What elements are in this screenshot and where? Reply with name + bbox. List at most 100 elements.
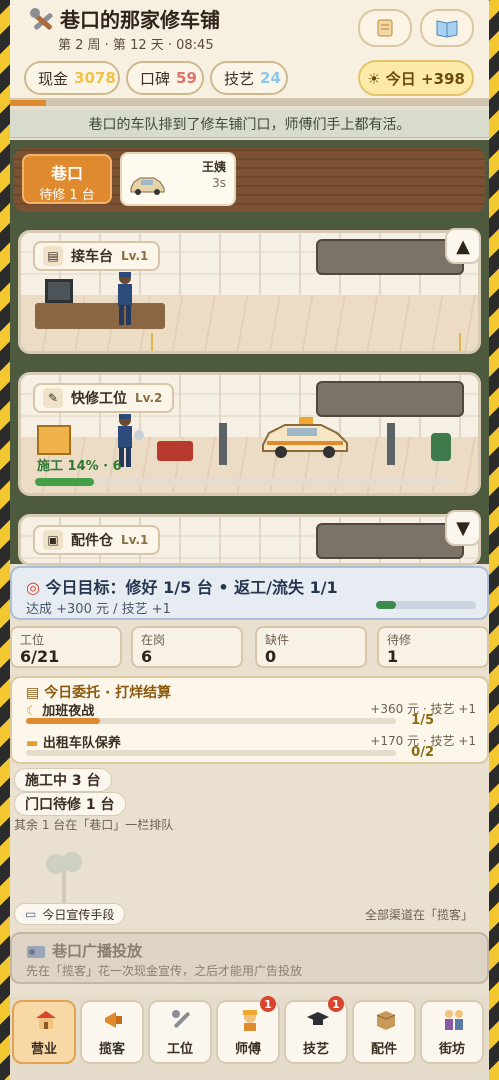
order-name: ☾ 加班夜战 [26, 704, 95, 719]
notification-badge: 1 [328, 996, 344, 1012]
worker-icon [243, 1010, 257, 1031]
room-name: 配件仓 [71, 533, 113, 549]
manual-book-button[interactable] [420, 9, 474, 47]
goal-reward: 达成 +300 元 / 技艺 +1 [26, 602, 171, 617]
order-name: ▬ 出租车队保养 [26, 736, 121, 751]
day-progress-bar [10, 100, 489, 106]
broadcast-desc: 先在「揽客」花一次现金宣传，之后才能用广告投放 [26, 964, 303, 978]
daily-orders-panel: ▤ 今日委托 · 打烊结算 ☾ 加班夜战 +360 元 · 技艺 +1 1/5 … [10, 676, 489, 764]
room-parts-storage[interactable]: ▣ 配件仓 Lv.1 [18, 514, 481, 566]
working-count-chip: 施工中 3 台 [14, 768, 112, 792]
graduation-cap-icon [307, 1012, 329, 1025]
megaphone-icon [105, 1012, 122, 1028]
bottom-nav: 营业 揽客 工位 师傅 1 技艺 1 配件 街坊 [10, 996, 489, 1080]
skill-label: 技艺 [224, 69, 255, 88]
room-level: Lv.2 [135, 391, 163, 405]
nav-attract-customers[interactable]: 揽客 [80, 1000, 144, 1064]
waiting-count-chip: 门口待修 1 台 [14, 792, 126, 816]
cash-label: 现金 [38, 69, 69, 88]
radio-icon: ▭ [25, 907, 37, 921]
goal-progress-bar [376, 601, 476, 609]
order-item[interactable]: ▬ 出租车队保养 +170 元 · 技艺 +1 0/2 [26, 732, 476, 762]
order-progress-bar [26, 750, 396, 756]
stat-card-missing-parts: 缺件 0 [255, 626, 367, 668]
sedan-car-icon [130, 177, 165, 195]
customer-wait-time: 3s [212, 176, 226, 190]
broadcast-title: 巷口广播投放 [52, 942, 143, 960]
lift-post-right [387, 423, 395, 465]
daily-goal-panel[interactable]: ◎ 今日目标：修好 1/5 台 • 返工/流失 1/1 达成 +300 元 / … [10, 566, 489, 620]
reputation-value: 59 [176, 69, 197, 87]
nav-skills[interactable]: 技艺 1 [284, 996, 348, 1064]
shop-icon [36, 1011, 56, 1029]
tools-icon [30, 8, 53, 30]
wrench-icon [172, 1010, 190, 1028]
reputation-pill: 口碑 59 [126, 61, 204, 95]
reception-desk [35, 303, 165, 329]
clipboard-icon: ▤ [26, 685, 40, 701]
room-label: ✎ 快修工位 Lv.2 [33, 383, 175, 413]
nav-mechanics[interactable]: 师傅 1 [216, 996, 280, 1064]
lane-pending: 待修 1 台 [39, 188, 95, 203]
red-toolbox [157, 441, 193, 461]
computer-monitor [45, 279, 73, 303]
queue-customer-card[interactable]: 王姨 3s [120, 152, 236, 206]
stat-card-waiting: 待修 1 [377, 626, 489, 668]
game-screen: 巷口的那家修车铺 第 2 周 · 第 12 天 · 08:45 现金 3078 … [10, 0, 489, 1080]
cash-value: 3078 [74, 69, 116, 87]
work-status: 施工 14% · 6 [37, 459, 122, 474]
neighbors-icon [445, 1010, 463, 1030]
skill-pill: 技艺 24 [210, 61, 288, 95]
lane-title: 巷口 [50, 164, 83, 183]
promo-methods-button[interactable]: ▭ 今日宣传手段 [14, 903, 126, 925]
room-reception[interactable]: ▤ 接车台 Lv.1 [18, 230, 481, 354]
order-count: 0/2 [411, 745, 434, 760]
scroll-up-button[interactable]: ▲ [445, 228, 481, 264]
garage-scene: 巷口 待修 1 台 王姨 3s ▤ 接车台 Lv.1 ▲ ✎ 快修工位 Lv.2… [10, 140, 489, 566]
lane-tag[interactable]: 巷口 待修 1 台 [22, 154, 112, 204]
reputation-label: 口碑 [140, 69, 171, 88]
stat-card-stations: 工位 6/21 [10, 626, 122, 668]
notice-board [37, 425, 71, 455]
room-quick-repair[interactable]: ✎ 快修工位 Lv.2 施工 14% · 6 [18, 372, 481, 496]
nav-parts[interactable]: 配件 [352, 1000, 416, 1064]
street-lane: 巷口 待修 1 台 王姨 3s [14, 148, 485, 212]
tool-rack [316, 381, 464, 417]
promo-channels-note: 全部渠道在「揽客」 [364, 908, 473, 922]
top-header: 巷口的那家修车铺 第 2 周 · 第 12 天 · 08:45 现金 3078 … [10, 0, 489, 100]
stat-card-on-duty: 在岗 6 [131, 626, 243, 668]
wrench-icon: ✎ [43, 388, 63, 408]
book-icon [436, 20, 458, 38]
skill-value: 24 [260, 69, 281, 87]
notification-badge: 1 [260, 996, 276, 1012]
game-date: 第 2 周 · 第 12 天 · 08:45 [58, 38, 214, 53]
customer-name: 王姨 [201, 160, 226, 174]
taxi-icon: ▬ [26, 736, 39, 751]
nav-neighbors[interactable]: 街坊 [420, 1000, 484, 1064]
notice-banner: 巷口的车队排到了修车铺门口，师傅们手上都有活。 [10, 110, 489, 138]
room-name: 接车台 [71, 249, 113, 265]
nav-workstations[interactable]: 工位 [148, 1000, 212, 1064]
order-item[interactable]: ☾ 加班夜战 +360 元 · 技艺 +1 1/5 [26, 700, 476, 730]
game-title: 巷口的那家修车铺 [60, 8, 220, 32]
nav-business[interactable]: 营业 [12, 1000, 76, 1064]
scroll-icon [377, 19, 393, 37]
tool-rack [316, 239, 464, 275]
cash-pill: 现金 3078 [24, 61, 120, 95]
mechanic-figure [118, 272, 132, 325]
box-icon [376, 1011, 396, 1030]
green-barrel [431, 433, 451, 461]
clipboard-icon: ▤ [43, 246, 63, 266]
orders-title: ▤ 今日委托 · 打烊结算 [26, 685, 172, 701]
room-name: 快修工位 [71, 391, 127, 407]
scroll-log-button[interactable] [358, 9, 412, 47]
scroll-down-button[interactable]: ▼ [445, 510, 481, 546]
moon-icon: ☾ [26, 704, 38, 719]
lift-post-left [219, 423, 227, 465]
broadcast-ad-button[interactable]: 巷口广播投放 先在「揽客」花一次现金宣传，之后才能用广告投放 [10, 932, 489, 984]
queue-note: 其余 1 台在「巷口」一栏排队 [14, 818, 174, 832]
today-income-pill: ☀ 今日 +398 [358, 60, 474, 96]
tree-decoration [46, 852, 82, 906]
room-level: Lv.1 [121, 533, 149, 547]
radio-icon [27, 946, 45, 958]
